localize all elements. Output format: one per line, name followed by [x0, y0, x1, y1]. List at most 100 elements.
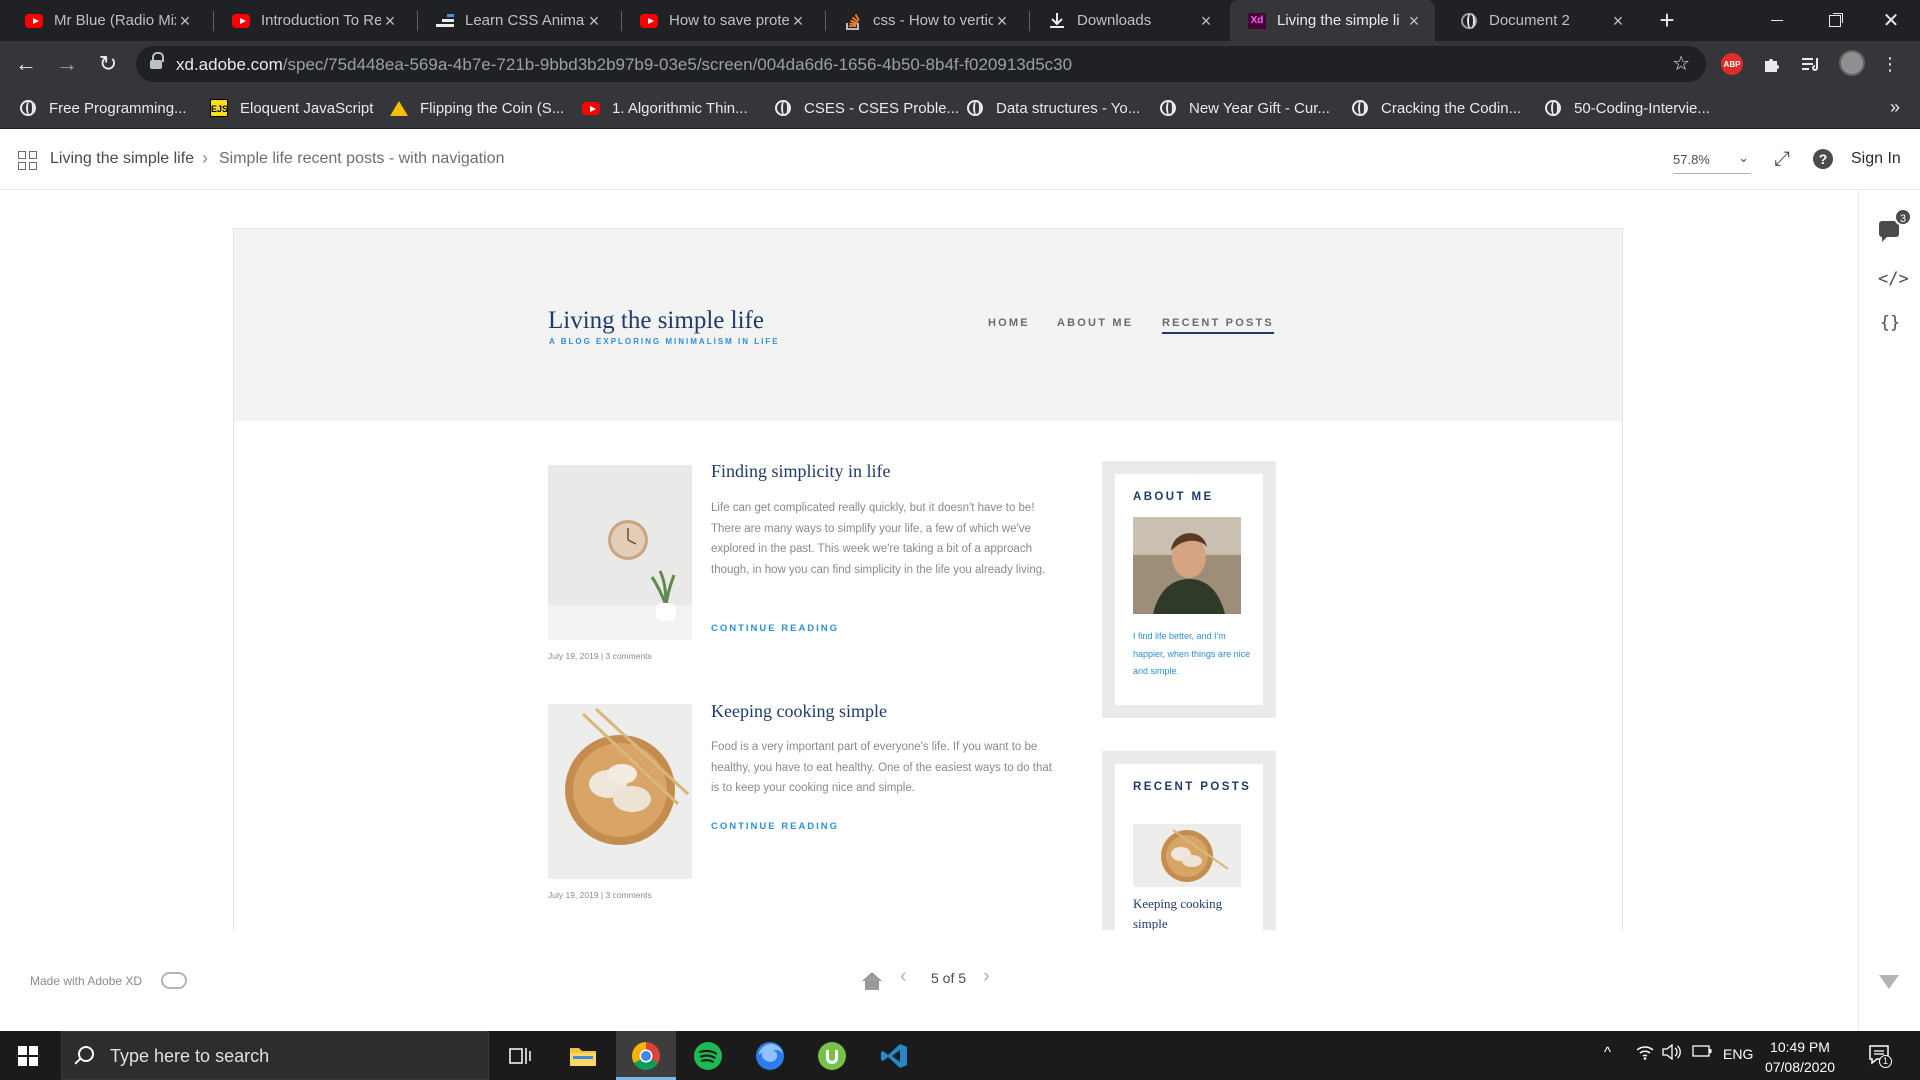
task-view-icon[interactable] [503, 1039, 537, 1073]
made-with-adobe-xd[interactable]: Made with Adobe XD [30, 974, 142, 988]
bookmark-algorithmic-thinking[interactable]: 1. Algorithmic Thin... [582, 87, 748, 129]
windows-taskbar: Type here to search ^ ENG 10:49 PM 07/08… [0, 1031, 1920, 1080]
minimize-button[interactable] [1748, 0, 1806, 41]
continue-reading-link[interactable]: CONTINUE READING [711, 623, 839, 634]
bookmark-50-coding-interview[interactable]: 50-Coding-Intervie... [1544, 87, 1710, 129]
tab-css-vertical[interactable]: css - How to vertic × [819, 0, 1023, 41]
globe-icon [774, 99, 792, 117]
bookmark-data-structures[interactable]: Data structures - Yo... [966, 87, 1140, 129]
bookmark-star-icon[interactable]: ☆ [1672, 51, 1690, 76]
address-bar[interactable]: xd.adobe.com/spec/75d448ea-569a-4b7e-721… [136, 46, 1706, 82]
tab-label: css - How to vertic [873, 12, 993, 29]
back-button[interactable]: ← [11, 49, 41, 79]
css-tricks-icon [436, 12, 454, 30]
tab-label: Living the simple li [1277, 12, 1400, 29]
post-image-dumplings[interactable] [548, 704, 692, 879]
sign-in-link[interactable]: Sign In [1851, 150, 1901, 168]
code-icon[interactable]: </> [1878, 267, 1909, 291]
chrome-icon[interactable] [629, 1039, 663, 1073]
language-indicator[interactable]: ENG [1723, 1046, 1753, 1062]
vscode-icon[interactable] [877, 1039, 911, 1073]
file-explorer-icon[interactable] [566, 1039, 600, 1073]
nav-about-me[interactable]: ABOUT ME [1057, 317, 1133, 329]
previous-screen-button[interactable]: ‹ [900, 965, 907, 988]
braces-icon[interactable]: {} [1878, 311, 1902, 335]
page-indicator: 5 of 5 [931, 970, 967, 986]
system-clock[interactable]: 10:49 PM 07/08/2020 [1760, 1037, 1840, 1077]
tab-label: How to save prote [669, 12, 789, 29]
chevron-down-icon: ⌄ [1738, 150, 1749, 165]
bookmark-flipping-the-coin[interactable]: Flipping the Coin (S... [390, 87, 564, 129]
globe-icon [1159, 99, 1177, 117]
nav-home[interactable]: HOME [988, 317, 1030, 329]
close-icon[interactable]: × [585, 12, 603, 30]
restore-icon [1829, 14, 1841, 27]
close-icon[interactable]: × [1609, 12, 1627, 30]
post-title[interactable]: Finding simplicity in life [711, 461, 891, 482]
firefox-icon[interactable] [753, 1039, 787, 1073]
tab-save-protected[interactable]: How to save prote × [615, 0, 819, 41]
bookmark-label: 50-Coding-Intervie... [1574, 99, 1710, 117]
post-image-clock[interactable] [548, 465, 692, 640]
zoom-select[interactable]: 57.8% ⌄ [1673, 150, 1751, 174]
youtube-icon [640, 12, 658, 30]
bookmark-label: CSES - CSES Proble... [804, 99, 960, 117]
windows-start-icon[interactable] [18, 1046, 38, 1066]
bookmark-cracking-the-coding[interactable]: Cracking the Codin... [1351, 87, 1521, 129]
nav-recent-posts[interactable]: RECENT POSTS [1162, 317, 1274, 334]
tab-introduction[interactable]: Introduction To Re × [207, 0, 411, 41]
close-icon[interactable]: × [1197, 12, 1215, 30]
browser-toolbar: ← → ↻ xd.adobe.com/spec/75d448ea-569a-4b… [0, 41, 1920, 87]
fullscreen-icon[interactable]: ⤢ [1774, 148, 1790, 171]
restore-button[interactable] [1806, 0, 1864, 41]
profile-avatar[interactable] [1839, 50, 1865, 76]
tab-mr-blue[interactable]: Mr Blue (Radio Mix × [0, 0, 206, 41]
continue-reading-link[interactable]: CONTINUE READING [711, 821, 839, 832]
filter-icon[interactable] [1879, 975, 1899, 989]
tab-css-animation[interactable]: Learn CSS Animati × [411, 0, 615, 41]
battery-icon[interactable] [1692, 1044, 1712, 1061]
close-icon[interactable]: × [176, 12, 194, 30]
recent-post-thumbnail[interactable] [1133, 824, 1241, 887]
tab-document-2[interactable]: Document 2 × [1435, 0, 1639, 41]
close-window-button[interactable]: ✕ [1862, 0, 1920, 41]
close-icon[interactable]: × [993, 12, 1011, 30]
bookmarks-overflow-button[interactable]: » [1890, 97, 1900, 118]
post-title[interactable]: Keeping cooking simple [711, 701, 887, 722]
bookmark-cses[interactable]: CSES - CSES Proble... [774, 87, 959, 129]
creative-cloud-icon [161, 972, 187, 989]
spotify-icon[interactable] [691, 1039, 725, 1073]
next-screen-button[interactable]: › [983, 965, 990, 988]
help-icon[interactable]: ? [1813, 149, 1833, 169]
close-icon[interactable]: × [1405, 12, 1423, 30]
wifi-icon[interactable] [1636, 1044, 1654, 1064]
utorrent-icon[interactable] [815, 1039, 849, 1073]
chrome-menu-icon[interactable]: ⋮ [1880, 52, 1900, 76]
home-icon[interactable] [862, 972, 882, 990]
volume-icon[interactable] [1662, 1043, 1682, 1064]
forward-button[interactable]: → [52, 49, 82, 79]
globe-icon [1544, 99, 1562, 117]
about-me-widget: ABOUT ME I find life better, and I'm hap… [1102, 461, 1276, 718]
reload-button[interactable]: ↻ [93, 49, 123, 79]
tab-label: Learn CSS Animati [465, 12, 585, 29]
tab-downloads[interactable]: Downloads × [1023, 0, 1227, 41]
tab-living-simple-life[interactable]: Xd Living the simple li × [1230, 0, 1435, 41]
recent-post-link[interactable]: Keeping cooking simple [1133, 894, 1253, 930]
media-control-icon[interactable] [1799, 52, 1825, 76]
bookmark-eloquent-javascript[interactable]: EJS Eloquent JavaScript [210, 87, 373, 129]
close-icon[interactable]: × [381, 12, 399, 30]
extensions-puzzle-icon[interactable] [1760, 52, 1784, 76]
adblock-plus-icon[interactable]: ABP [1721, 53, 1743, 75]
bookmark-new-year-gift[interactable]: New Year Gift - Cur... [1159, 87, 1330, 129]
taskbar-search-box[interactable]: Type here to search [61, 1031, 489, 1080]
download-icon [1048, 12, 1066, 30]
site-title[interactable]: Living the simple life [548, 307, 764, 335]
notifications-icon[interactable]: 1 [1868, 1043, 1892, 1068]
bookmark-free-programming[interactable]: Free Programming... [19, 87, 187, 129]
breadcrumb-project[interactable]: Living the simple life [50, 150, 194, 168]
close-icon[interactable]: × [789, 12, 807, 30]
new-tab-button[interactable]: + [1652, 6, 1682, 36]
show-hidden-icons-chevron[interactable]: ^ [1604, 1044, 1611, 1061]
grid-view-icon[interactable] [18, 151, 38, 171]
